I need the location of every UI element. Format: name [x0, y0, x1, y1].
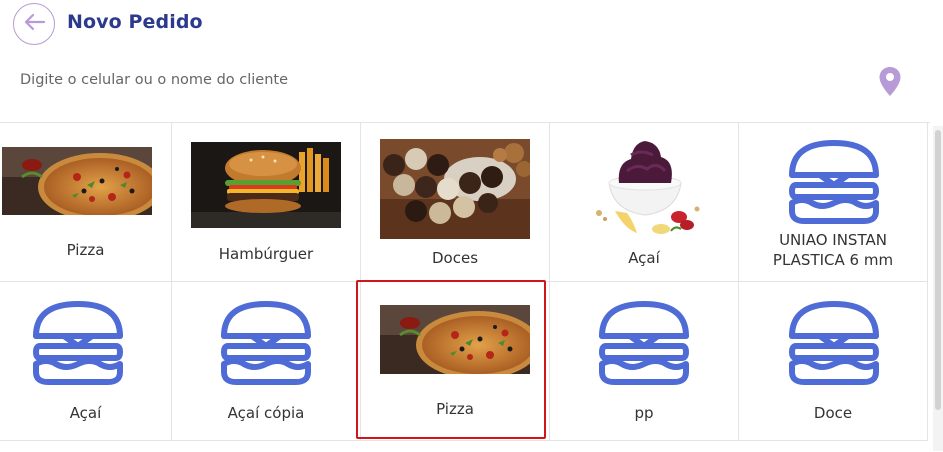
category-label: pp [634, 404, 654, 422]
category-card-acai[interactable]: Açaí [550, 123, 739, 282]
scrollbar[interactable] [933, 126, 943, 451]
category-card-pizza[interactable]: Pizza [0, 123, 172, 282]
category-label: Açaí cópia [227, 404, 305, 422]
category-label: Doces [431, 249, 479, 267]
back-button[interactable] [13, 3, 55, 45]
category-label: Açaí [69, 404, 102, 422]
category-card-pp[interactable]: pp [550, 282, 739, 441]
pizza-photo [2, 147, 152, 215]
hamburger-icon [220, 300, 312, 390]
hamburger-icon [32, 300, 124, 390]
category-label: Pizza [66, 241, 105, 259]
hamburger-icon [598, 300, 690, 390]
acai-photo [575, 133, 715, 241]
category-card-uniao-instan[interactable]: UNIAO INSTAN PLASTICA 6 mm [739, 123, 928, 282]
pizza-photo [380, 305, 530, 374]
category-label: Açaí [628, 249, 660, 267]
category-grid: Pizza Hambúrguer Doces Açaí UNIAO INSTAN… [0, 122, 930, 452]
hamburger-icon [788, 139, 880, 229]
sweets-photo [380, 139, 530, 239]
category-card-doces[interactable]: Doces [361, 123, 550, 282]
customer-search-input[interactable] [20, 66, 860, 94]
page-title: Novo Pedido [67, 11, 203, 33]
category-label: Hambúrguer [218, 245, 314, 263]
arrow-left-icon [22, 12, 46, 36]
category-card-acai-copia[interactable]: Açaí cópia [172, 282, 361, 441]
category-card-acai-2[interactable]: Açaí [0, 282, 172, 441]
category-card-doce[interactable]: Doce [739, 282, 928, 441]
category-label: UNIAO INSTAN PLASTICA 6 mm [772, 231, 894, 269]
category-label: Doce [813, 404, 853, 422]
map-pin-icon[interactable] [878, 66, 902, 98]
scrollbar-thumb[interactable] [935, 130, 941, 410]
category-card-pizza-selected[interactable]: Pizza [361, 282, 550, 441]
burger-photo [191, 142, 341, 228]
hamburger-icon [788, 300, 880, 390]
category-card-hamburguer[interactable]: Hambúrguer [172, 123, 361, 282]
header: Novo Pedido [0, 0, 943, 50]
category-label: Pizza [436, 400, 474, 418]
